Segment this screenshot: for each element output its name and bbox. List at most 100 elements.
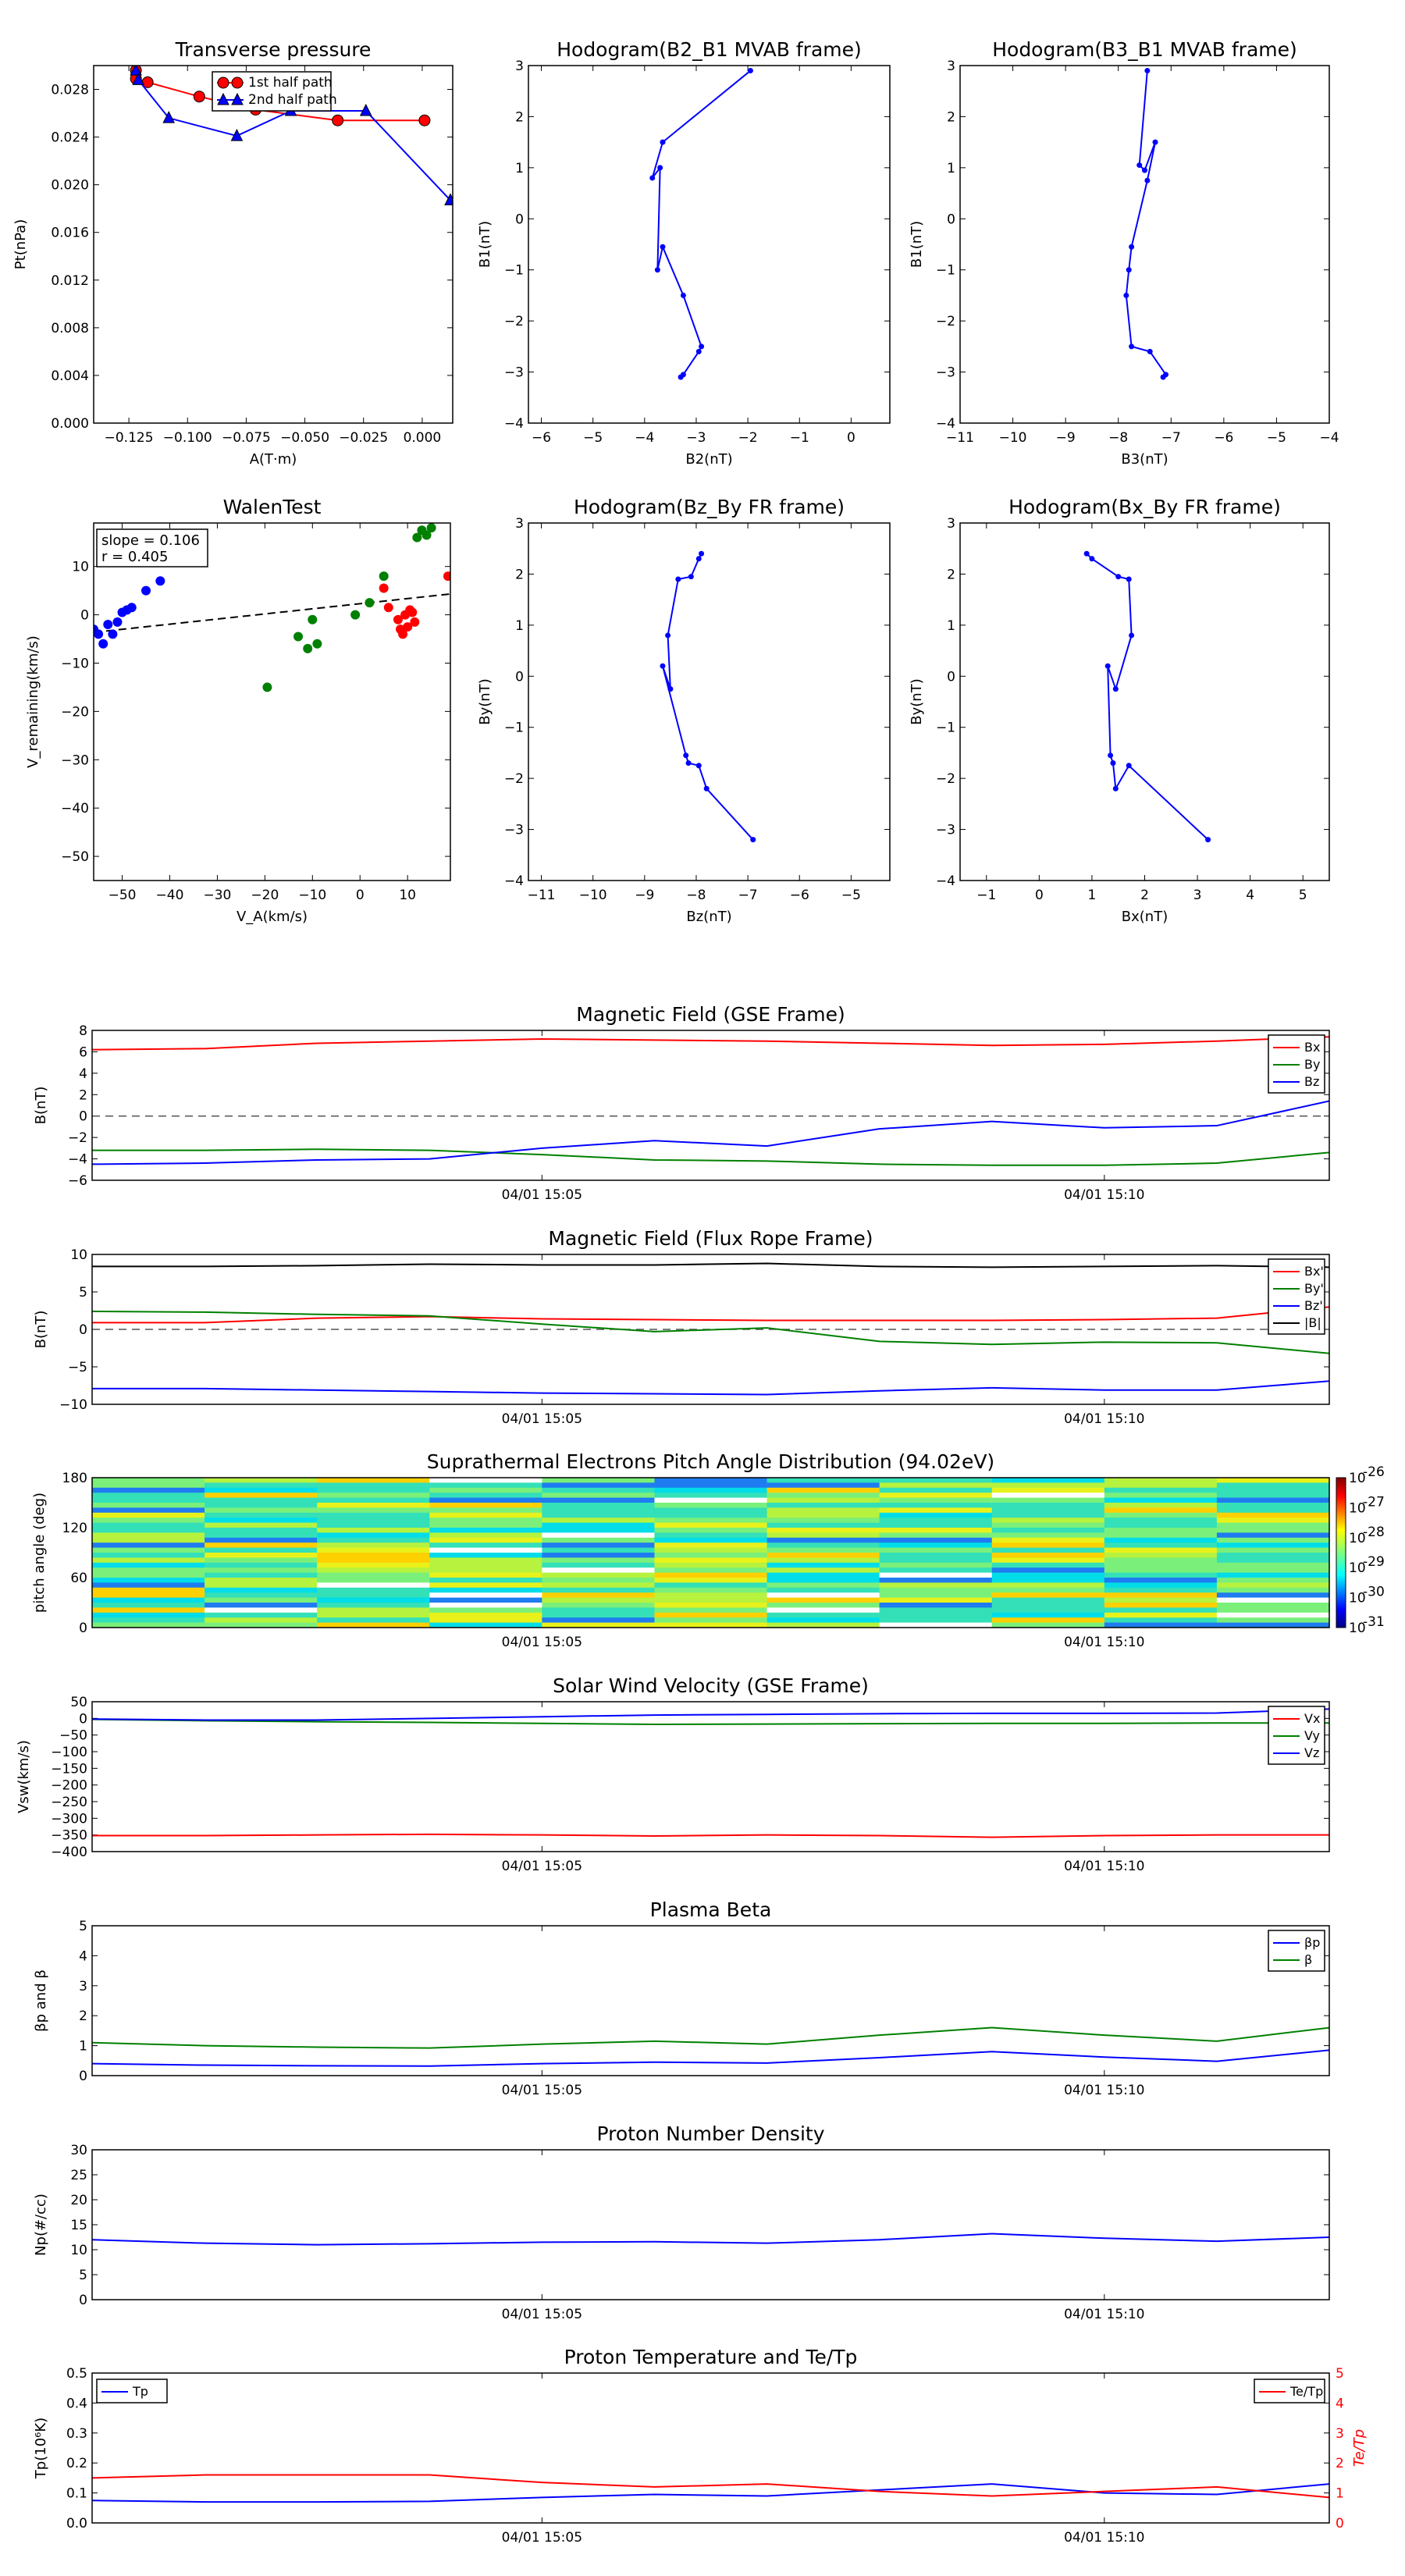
y-tick-label: 3	[515, 516, 524, 532]
y-axis-label: B(nT)	[33, 1311, 49, 1349]
chart-title: Hodogram(Bx_By FR frame)	[1008, 496, 1281, 518]
data-point	[217, 76, 229, 89]
heatmap-cell	[205, 1487, 318, 1493]
heatmap-cell	[92, 1562, 205, 1568]
heatmap-cell	[317, 1567, 430, 1574]
heatmap-cell	[1104, 1478, 1218, 1483]
y-tick-label: −3	[504, 823, 524, 838]
x-tick-label: −6	[1214, 430, 1233, 446]
y-tick-label: 0	[947, 669, 955, 685]
heatmap-cell	[542, 1617, 655, 1624]
plot-area	[92, 2474, 1329, 2503]
y-tick-label: −10	[59, 1397, 87, 1413]
heatmap-cell	[1104, 1493, 1218, 1499]
y-tick-label: 5	[79, 2268, 87, 2283]
heatmap-cell	[1104, 1597, 1218, 1603]
chart-title: Proton Temperature and Te/Tp	[564, 2346, 858, 2368]
legend: Bx By Bz	[1268, 1034, 1325, 1094]
y-axis-label: B1(nT)	[909, 221, 925, 268]
data-point	[1112, 686, 1119, 692]
x-tick-label: 04/01 15:10	[1064, 2083, 1144, 2098]
heatmap-cell	[654, 1592, 768, 1599]
panel-walen: WalenTest −50 −40 −30 −20 −10 0 10 −50 −40 −30 −20 −…	[25, 496, 451, 925]
data-point	[675, 576, 681, 582]
plot-area	[1123, 68, 1169, 380]
data-point	[303, 643, 313, 653]
heatmap-cell	[205, 1553, 318, 1558]
heatmap-cell	[991, 1537, 1105, 1543]
heatmap-cell	[879, 1503, 993, 1508]
heatmap-cell	[542, 1512, 655, 1518]
x-tick-label: 5	[1299, 888, 1307, 903]
panel-beta: Plasma Beta 0 1 2 3 4 5 04/01 15:05 04/01 15:10 β…	[33, 1898, 1330, 2098]
y-tick-label: −5	[68, 1360, 87, 1375]
heatmap-cell	[1104, 1587, 1218, 1593]
y-tick-label: 0.008	[51, 321, 89, 336]
x-axis-label: V_A(km/s)	[237, 909, 308, 925]
y-tick-label: 50	[70, 1695, 87, 1710]
heatmap-cell	[92, 1503, 205, 1508]
data-point	[1129, 632, 1135, 639]
data-point	[312, 639, 322, 649]
heatmap-cell	[991, 1597, 1105, 1603]
plot-frame	[528, 65, 891, 424]
panel-mag_gse: Magnetic Field (GSE Frame) −6 −4 −2 0 2 4 6 8 04/…	[33, 1003, 1330, 1203]
heatmap-cell	[542, 1517, 655, 1524]
heatmap-cell	[1216, 1562, 1330, 1568]
heatmap-cell	[317, 1497, 430, 1503]
heatmap-cell	[317, 1617, 430, 1624]
heatmap-cell	[991, 1497, 1105, 1503]
heatmap-cell	[317, 1557, 430, 1564]
panel-h2: Hodogram(B3_B1 MVAB frame)−4−3−2−10123−1…	[909, 38, 1339, 468]
heatmap-cell	[654, 1478, 768, 1483]
panel-np: Proton Number Density 0 5 10 15 20 25 30 04/01 1…	[33, 2122, 1330, 2322]
y-tick-label: 180	[62, 1471, 87, 1486]
series-line	[92, 1262, 1329, 1268]
heatmap-cell	[879, 1517, 993, 1524]
y-tick-label: 1	[79, 2039, 87, 2055]
chart-title: Hodogram(B2_B1 MVAB frame)	[557, 38, 862, 61]
x-axis-label: Bx(nT)	[1122, 909, 1168, 925]
x-tick-label: 10	[399, 888, 416, 903]
heatmap-cell	[879, 1617, 993, 1624]
heatmap-cell	[1104, 1553, 1218, 1558]
y-axis-label: V_remaining(km/s)	[25, 635, 41, 768]
data-point	[350, 610, 361, 620]
heatmap-cell	[317, 1592, 430, 1599]
heatmap-cell	[542, 1582, 655, 1589]
heatmap-cell	[317, 1478, 430, 1483]
x-tick-label: −10	[579, 888, 607, 903]
heatmap-cell	[92, 1612, 205, 1618]
x-tick-label: −5	[841, 888, 861, 903]
y-tick-label: −2	[504, 771, 524, 787]
plot-frame	[959, 65, 1330, 424]
y-tick-label: −4	[504, 416, 524, 432]
annotation-text: r = 0.405	[101, 549, 168, 565]
x-tick-label: 04/01 15:10	[1064, 1859, 1144, 1874]
y-tick-label: −3	[504, 365, 524, 381]
heatmap-cell	[879, 1582, 993, 1589]
y-tick-label: 0.028	[51, 83, 89, 98]
x-tick-label: 4	[1246, 888, 1254, 903]
figure-canvas: Transverse pressure0.0000.0040.0080.0120…	[12, 38, 1385, 2546]
heatmap-cell	[429, 1493, 542, 1499]
legend-label: By	[1304, 1057, 1320, 1072]
x-tick-label: 04/01 15:05	[502, 2083, 582, 2098]
y-tick-label: −40	[61, 801, 89, 817]
heatmap-cell	[991, 1617, 1105, 1624]
heatmap-cell	[1216, 1478, 1330, 1483]
y-tick-label: 0	[79, 1322, 87, 1338]
heatmap-cell	[1104, 1507, 1218, 1514]
legend-label: Te/Tp	[1289, 2384, 1323, 2399]
heatmap-cell	[542, 1547, 655, 1553]
heatmap-cell	[542, 1607, 655, 1614]
panel-pad: Suprathermal Electrons Pitch Angle Distr…	[31, 1450, 1385, 1650]
data-point	[747, 68, 753, 74]
heatmap-cell	[767, 1557, 880, 1564]
heatmap-cell	[767, 1607, 880, 1614]
data-point	[699, 550, 705, 557]
heatmap-cell	[542, 1478, 655, 1483]
legend: Bx' By' Bz' |B|	[1268, 1258, 1325, 1335]
heatmap-cell	[767, 1493, 880, 1499]
heatmap-cell	[654, 1582, 768, 1589]
